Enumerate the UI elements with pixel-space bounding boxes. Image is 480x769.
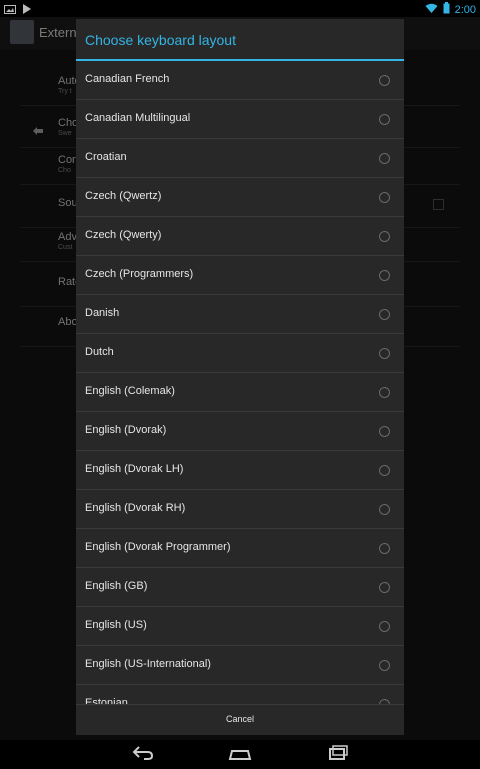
radio-button[interactable] [379, 582, 390, 593]
navigation-bar [0, 740, 480, 769]
layout-option[interactable]: English (Dvorak Programmer) [76, 529, 404, 568]
layout-option[interactable]: Dutch [76, 334, 404, 373]
radio-button[interactable] [379, 660, 390, 671]
layout-option-label: Croatian [85, 151, 127, 163]
radio-button[interactable] [379, 309, 390, 320]
layout-option-label: Czech (Programmers) [85, 268, 194, 280]
layout-option-label: English (Colemak) [85, 385, 175, 397]
layout-option-label: English (Dvorak) [85, 424, 167, 436]
layout-option[interactable]: English (GB) [76, 568, 404, 607]
layout-option-label: Dutch [85, 346, 114, 358]
layout-option-label: English (Dvorak RH) [85, 502, 186, 514]
recents-icon[interactable] [328, 745, 350, 766]
layout-option-label: English (Dvorak LH) [85, 463, 184, 475]
layout-option[interactable]: Estonian [76, 685, 404, 704]
layout-option[interactable]: English (Dvorak LH) [76, 451, 404, 490]
layout-option[interactable]: English (US-International) [76, 646, 404, 685]
radio-button[interactable] [379, 465, 390, 476]
layout-list[interactable]: Canadian French Canadian Multilingual Croa… [76, 61, 404, 704]
layout-option[interactable]: Czech (Programmers) [76, 256, 404, 295]
layout-option-label: Estonian [85, 697, 128, 704]
cancel-button[interactable]: Cancel [76, 705, 404, 735]
layout-option[interactable]: Danish [76, 295, 404, 334]
clock: 2:00 [454, 4, 476, 16]
radio-button[interactable] [379, 504, 390, 515]
layout-option-label: English (GB) [85, 580, 148, 592]
layout-option[interactable]: English (Dvorak) [76, 412, 404, 451]
radio-button[interactable] [379, 543, 390, 554]
home-icon[interactable] [228, 745, 252, 766]
radio-button[interactable] [379, 426, 390, 437]
layout-option-label: English (US-International) [85, 658, 211, 670]
keyboard-layout-dialog: Choose keyboard layout Canadian French Ca… [76, 19, 404, 735]
radio-button[interactable] [379, 348, 390, 359]
radio-button[interactable] [379, 153, 390, 164]
layout-option[interactable]: Czech (Qwertz) [76, 178, 404, 217]
radio-button[interactable] [379, 231, 390, 242]
layout-option[interactable]: English (Dvorak RH) [76, 490, 404, 529]
layout-option-label: Danish [85, 307, 120, 319]
radio-button[interactable] [379, 270, 390, 281]
layout-option[interactable]: Canadian French [76, 61, 404, 100]
layout-option[interactable]: Czech (Qwerty) [76, 217, 404, 256]
layout-option[interactable]: Canadian Multilingual [76, 100, 404, 139]
radio-button[interactable] [379, 75, 390, 86]
layout-option-label: Czech (Qwertz) [85, 190, 162, 202]
layout-option-label: Canadian Multilingual [85, 112, 191, 124]
radio-button[interactable] [379, 192, 390, 203]
status-bar: 2:00 [0, 0, 480, 17]
dialog-title: Choose keyboard layout [85, 32, 236, 48]
radio-button[interactable] [379, 114, 390, 125]
dialog-title-bar: Choose keyboard layout [76, 19, 404, 59]
layout-option-label: Czech (Qwerty) [85, 229, 162, 241]
back-icon[interactable] [132, 745, 154, 766]
layout-option[interactable]: Croatian [76, 139, 404, 178]
layout-option[interactable]: English (US) [76, 607, 404, 646]
layout-option[interactable]: English (Colemak) [76, 373, 404, 412]
radio-button[interactable] [379, 387, 390, 398]
layout-option-label: English (Dvorak Programmer) [85, 541, 231, 553]
layout-option-label: Canadian French [85, 73, 170, 85]
layout-option-label: English (US) [85, 619, 147, 631]
radio-button[interactable] [379, 621, 390, 632]
dialog-footer: Cancel [76, 704, 404, 735]
